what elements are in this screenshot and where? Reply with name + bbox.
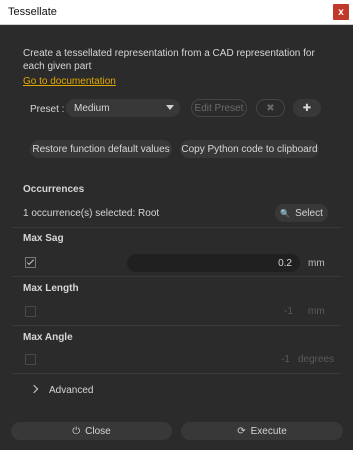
title-bar: Tessellate x [0, 0, 353, 25]
close-button-label: Close [85, 425, 111, 437]
divider [12, 276, 341, 277]
max-length-value: -1 [284, 306, 293, 317]
max-sag-checkbox[interactable] [25, 257, 36, 268]
preset-label: Preset : [30, 104, 65, 115]
max-angle-heading: Max Angle [23, 332, 73, 343]
search-icon: 🔍 [280, 208, 291, 218]
max-length-unit: mm [308, 306, 325, 317]
close-button[interactable]: ⏻ Close [11, 422, 172, 440]
max-sag-heading: Max Sag [23, 233, 64, 244]
max-sag-unit: mm [308, 258, 325, 269]
occurrences-heading: Occurrences [23, 184, 85, 195]
select-button[interactable]: 🔍 Select [275, 204, 328, 222]
window-title: Tessellate [8, 6, 57, 18]
preset-dropdown[interactable]: Medium [66, 99, 180, 117]
max-angle-value: -1 [281, 354, 290, 365]
documentation-link[interactable]: Go to documentation [23, 76, 116, 87]
restore-defaults-button[interactable]: Restore function default values [30, 140, 172, 158]
preset-value: Medium [74, 103, 110, 114]
add-preset-icon[interactable]: ✚ [293, 99, 321, 117]
divider [12, 227, 341, 228]
max-length-heading: Max Length [23, 283, 79, 294]
divider [12, 373, 341, 374]
execute-button-label: Execute [250, 425, 287, 437]
chevron-right-icon[interactable] [29, 384, 39, 394]
delete-preset-icon[interactable]: ✖ [256, 99, 285, 117]
select-button-label: Select [295, 207, 323, 219]
edit-preset-button[interactable]: Edit Preset [191, 99, 247, 117]
divider [12, 325, 341, 326]
close-window-icon[interactable]: x [333, 4, 349, 20]
max-angle-unit: degrees [298, 354, 335, 365]
max-angle-checkbox[interactable] [25, 354, 36, 365]
function-description: Create a tessellated representation from… [23, 48, 315, 72]
power-icon: ⏻ [72, 425, 81, 437]
copy-python-button[interactable]: Copy Python code to clipboard [180, 140, 319, 158]
advanced-toggle[interactable]: Advanced [49, 385, 93, 396]
max-length-checkbox[interactable] [25, 306, 36, 317]
refresh-icon: ⟳ [237, 425, 246, 437]
chevron-down-icon [166, 105, 174, 110]
occurrences-selection-text: 1 occurrence(s) selected: Root [23, 208, 160, 219]
max-sag-input[interactable]: 0.2 [127, 254, 300, 272]
execute-button[interactable]: ⟳ Execute [181, 422, 343, 440]
